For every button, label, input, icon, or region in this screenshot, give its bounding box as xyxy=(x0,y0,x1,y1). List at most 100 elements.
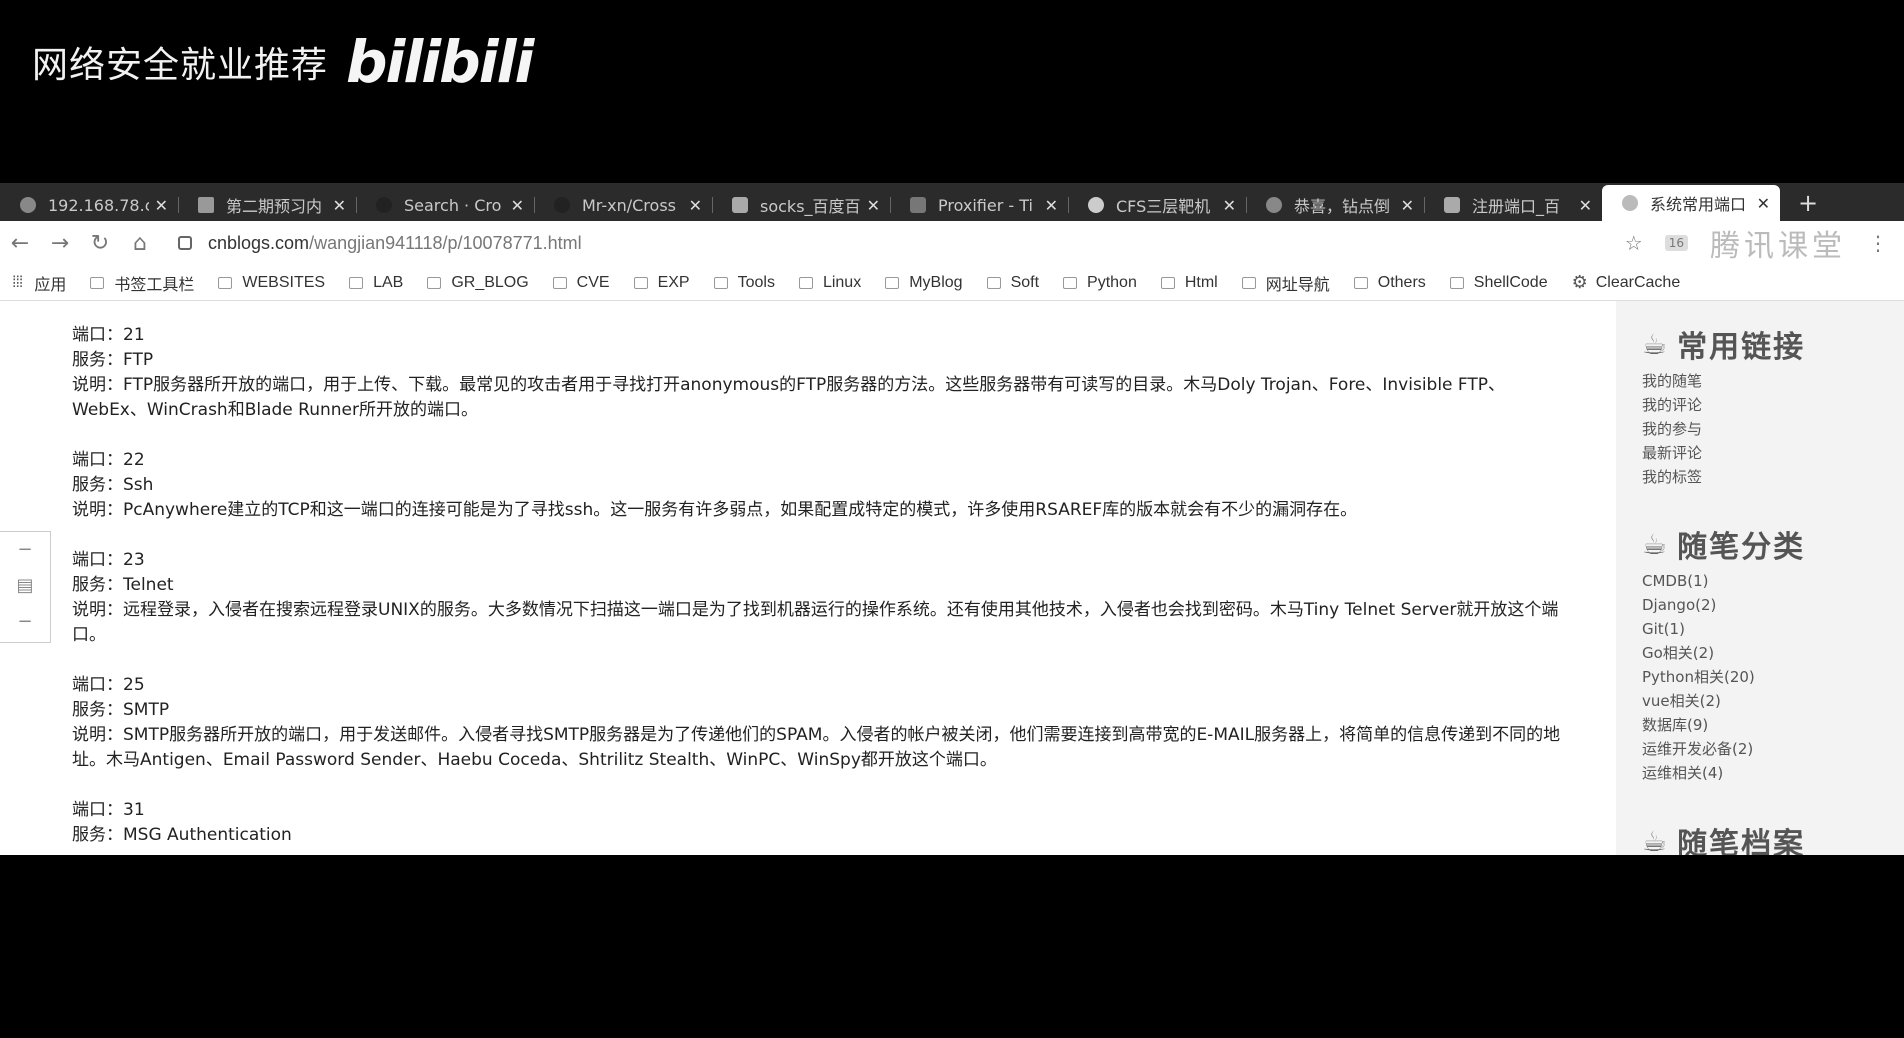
bilibili-logo: bilibili xyxy=(346,28,534,96)
close-icon[interactable]: ✕ xyxy=(1579,196,1592,215)
tab-1[interactable]: 192.168.78.c ✕ xyxy=(0,189,178,221)
close-icon[interactable]: ✕ xyxy=(1045,196,1058,215)
tab-7[interactable]: CFS三层靶机 ✕ xyxy=(1068,189,1246,221)
close-icon[interactable]: ✕ xyxy=(511,196,524,215)
tab-6[interactable]: Proxifier - Ti ✕ xyxy=(890,189,1068,221)
tab-5[interactable]: socks_百度百 ✕ xyxy=(712,189,890,221)
close-icon[interactable]: ✕ xyxy=(867,196,880,215)
category-link[interactable]: Python相关(20) xyxy=(1642,665,1805,689)
apps-grid-icon: ⁞⁞⁞ xyxy=(12,273,23,291)
category-link[interactable]: 运维相关(4) xyxy=(1642,761,1805,785)
new-tab-button[interactable]: + xyxy=(1780,189,1836,221)
globe-icon xyxy=(20,197,36,213)
category-link[interactable]: 数据库(9) xyxy=(1642,713,1805,737)
navigation-toolbar: ← → ↻ ⌂ cnblogs.com/wangjian941118/p/100… xyxy=(0,221,1904,265)
bookmark-label: CVE xyxy=(576,273,610,291)
tab-label: 恭喜，钻点倒 xyxy=(1294,197,1391,216)
folder-icon xyxy=(1449,276,1464,289)
bookmark-folder[interactable]: Tools xyxy=(713,274,775,292)
menu-icon[interactable]: ⋮ xyxy=(1868,231,1888,255)
bookmark-folder[interactable]: CVE xyxy=(552,273,610,292)
collapse-icon[interactable]: − xyxy=(0,532,50,568)
category-link[interactable]: Go相关(2) xyxy=(1642,641,1805,665)
close-icon[interactable]: ✕ xyxy=(155,196,168,215)
tab-label: socks_百度百 xyxy=(760,197,861,216)
close-icon[interactable]: ✕ xyxy=(1757,194,1770,213)
port-service: 服务：FTP xyxy=(72,350,154,370)
collapse-icon[interactable]: − xyxy=(0,604,50,640)
sidebar-link[interactable]: 我的评论 xyxy=(1642,393,1805,417)
port-description: 说明：PcAnywhere建立的TCP和这一端口的连接可能是为了寻找ssh。这一… xyxy=(72,500,1358,520)
sidebar-link[interactable]: 最新评论 xyxy=(1642,441,1805,465)
port-number: 端口：22 xyxy=(72,450,145,470)
calendar-icon[interactable]: ▤ xyxy=(0,568,50,604)
close-icon[interactable]: ✕ xyxy=(1223,196,1236,215)
tab-9[interactable]: 注册端口_百 ✕ xyxy=(1424,189,1602,221)
url-text[interactable]: cnblogs.com/wangjian941118/p/10078771.ht… xyxy=(208,233,582,254)
tab-label: Proxifier - Ti xyxy=(938,195,1033,215)
lock-icon xyxy=(178,236,192,250)
category-link[interactable]: Django(2) xyxy=(1642,593,1805,617)
tab-10-active[interactable]: 系统常用端口 ✕ xyxy=(1602,185,1780,221)
bookmark-folder[interactable]: WEBSITES xyxy=(218,274,325,292)
tab-label: 系统常用端口 xyxy=(1650,195,1747,214)
bookmark-folder[interactable]: 书签工具栏 xyxy=(90,271,194,295)
category-link[interactable]: Git(1) xyxy=(1642,617,1805,641)
address-bar[interactable]: cnblogs.com/wangjian941118/p/10078771.ht… xyxy=(178,226,1625,260)
category-section: ☕ 随笔分类 CMDB(1) Django(2) Git(1) Go相关(2) P… xyxy=(1616,519,1805,785)
folder-icon xyxy=(1241,276,1256,289)
bookmark-label: ClearCache xyxy=(1595,273,1681,291)
bookmark-folder[interactable]: 网址导航 xyxy=(1241,271,1330,295)
sidebar-link[interactable]: 我的参与 xyxy=(1642,417,1805,441)
coffee-cup-icon: ☕ xyxy=(1642,327,1670,361)
bookmark-folder[interactable]: GR_BLOG xyxy=(427,274,529,292)
forward-button[interactable]: → xyxy=(40,231,80,256)
tab-2[interactable]: 第二期预习内 ✕ xyxy=(178,189,356,221)
bookmark-folder[interactable]: EXP xyxy=(633,274,690,292)
back-button[interactable]: ← xyxy=(0,231,40,256)
folder-icon xyxy=(1063,276,1078,289)
port-service: 服务：MSG Authentication xyxy=(72,825,292,845)
circle-icon xyxy=(1088,197,1104,213)
folder-icon xyxy=(798,276,813,289)
tab-3[interactable]: Search · Cro ✕ xyxy=(356,189,534,221)
sidebar-link[interactable]: 我的标签 xyxy=(1642,465,1805,489)
close-icon[interactable]: ✕ xyxy=(689,196,702,215)
tab-8[interactable]: 恭喜，钻点倒 ✕ xyxy=(1246,189,1424,221)
bookmark-folder[interactable]: Linux xyxy=(798,274,861,292)
folder-icon xyxy=(427,276,442,289)
category-link[interactable]: CMDB(1) xyxy=(1642,569,1805,593)
baidu-icon xyxy=(1444,197,1460,213)
extension-badge[interactable]: 16 xyxy=(1664,235,1688,251)
bookmark-clearcache[interactable]: ⚙ ClearCache xyxy=(1572,272,1681,293)
tab-label: 192.168.78.c xyxy=(48,195,149,215)
bookmark-folder[interactable]: Others xyxy=(1353,274,1426,292)
toolbar-right: ☆ 16 腾讯课堂 ⋮ xyxy=(1625,221,1888,265)
category-link[interactable]: vue相关(2) xyxy=(1642,689,1805,713)
bookmark-folder[interactable]: MyBlog xyxy=(885,273,963,292)
star-icon[interactable]: ☆ xyxy=(1625,231,1643,255)
tab-label: Mr-xn/Cross xyxy=(582,195,676,215)
page-content: − ▤ − 端口：21 服务：FTP 说明：FTP服务器所开放的端口，用于上传、… xyxy=(0,301,1904,855)
bookmark-folder[interactable]: Html xyxy=(1160,274,1218,292)
bookmark-folder[interactable]: LAB xyxy=(349,274,403,292)
tab-4[interactable]: Mr-xn/Cross ✕ xyxy=(534,189,712,221)
common-links-section: ☕ 常用链接 我的随笔 我的评论 我的参与 最新评论 我的标签 xyxy=(1616,319,1805,489)
url-path: /wangjian941118/p/10078771.html xyxy=(309,232,582,253)
bookmark-folder[interactable]: Python xyxy=(1063,274,1137,292)
bookmarks-bar: ⁞⁞⁞ 应用 书签工具栏 WEBSITES LAB GR_BLOG CVE EXP… xyxy=(0,265,1904,301)
close-icon[interactable]: ✕ xyxy=(1401,196,1414,215)
home-button[interactable]: ⌂ xyxy=(120,231,160,256)
bookmark-folder[interactable]: Soft xyxy=(986,274,1039,292)
bookmark-label: 书签工具栏 xyxy=(114,276,195,294)
bookmark-label: MyBlog xyxy=(909,273,963,291)
port-entry: 端口：31 服务：MSG Authentication xyxy=(72,798,1572,848)
category-link[interactable]: 运维开发必备(2) xyxy=(1642,737,1805,761)
bookmark-folder[interactable]: ShellCode xyxy=(1449,274,1548,292)
sidebar-link[interactable]: 我的随笔 xyxy=(1642,369,1805,393)
folder-icon xyxy=(90,276,105,289)
port-entry: 端口：23 服务：Telnet 说明：远程登录，入侵者在搜索远程登录UNIX的服… xyxy=(72,548,1572,648)
close-icon[interactable]: ✕ xyxy=(333,196,346,215)
reload-button[interactable]: ↻ xyxy=(80,231,120,256)
bookmark-apps[interactable]: ⁞⁞⁞ 应用 xyxy=(12,271,66,295)
